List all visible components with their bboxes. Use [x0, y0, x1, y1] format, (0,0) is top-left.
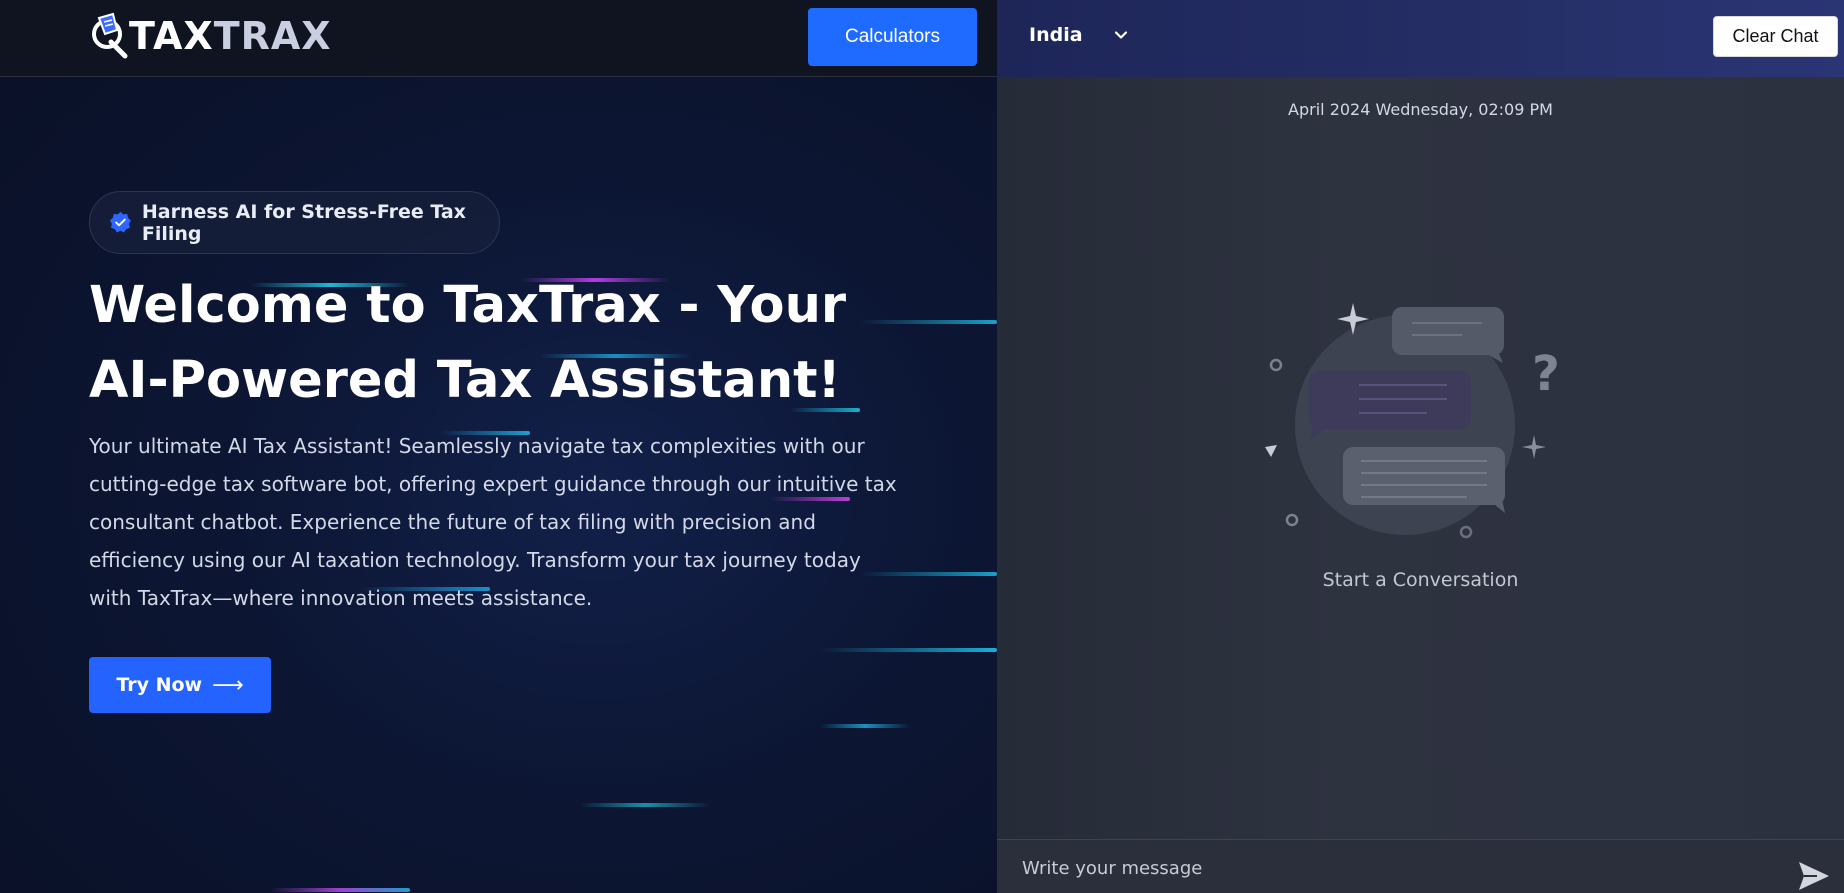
chevron-down-icon — [1114, 31, 1127, 39]
decor-streak — [820, 724, 910, 728]
hero-description: Your ultimate AI Tax Assistant! Seamless… — [89, 434, 897, 610]
calculators-button[interactable]: Calculators — [808, 8, 977, 66]
hero-badge-text: Harness AI for Stress-Free Tax Filing — [141, 200, 466, 245]
message-input[interactable] — [1022, 852, 1762, 884]
hero-title: Welcome to TaxTrax - Your AI-Powered Tax… — [89, 276, 847, 410]
decor-streak — [270, 888, 410, 892]
empty-state-label: Start a Conversation — [1322, 569, 1519, 591]
message-composer — [997, 839, 1844, 893]
decor-streak — [820, 648, 997, 652]
arrow-right-icon: ⟶ — [212, 672, 244, 698]
try-now-label: Try Now — [116, 674, 203, 696]
clear-chat-button[interactable]: Clear Chat — [1713, 16, 1838, 57]
svg-text:?: ? — [1532, 346, 1560, 402]
brand-logo[interactable]: TAXTRAX — [89, 12, 332, 60]
brand-name: TAXTRAX — [129, 14, 332, 58]
verified-check-icon — [109, 212, 131, 233]
try-now-button[interactable]: Try Now ⟶ — [89, 657, 271, 713]
hero-badge: Harness AI for Stress-Free Tax Filing — [89, 191, 500, 254]
decor-streak — [580, 803, 710, 807]
send-icon[interactable] — [1797, 860, 1831, 892]
top-nav: TAXTRAX Calculators — [0, 0, 997, 77]
chat-header: India Clear Chat — [997, 0, 1844, 77]
chat-timestamp: April 2024 Wednesday, 02:09 PM — [1288, 100, 1553, 119]
country-select-value: India — [1029, 24, 1083, 46]
hero-panel: TAXTRAX Calculators Harness AI for Stres… — [0, 0, 997, 893]
chat-panel: India Clear Chat April 2024 Wednesday, 0… — [997, 0, 1844, 893]
chat-bubbles-illustration: ? — [1265, 303, 1560, 539]
taxtrax-logo-icon — [92, 12, 128, 59]
country-select[interactable]: India — [1029, 24, 1129, 46]
